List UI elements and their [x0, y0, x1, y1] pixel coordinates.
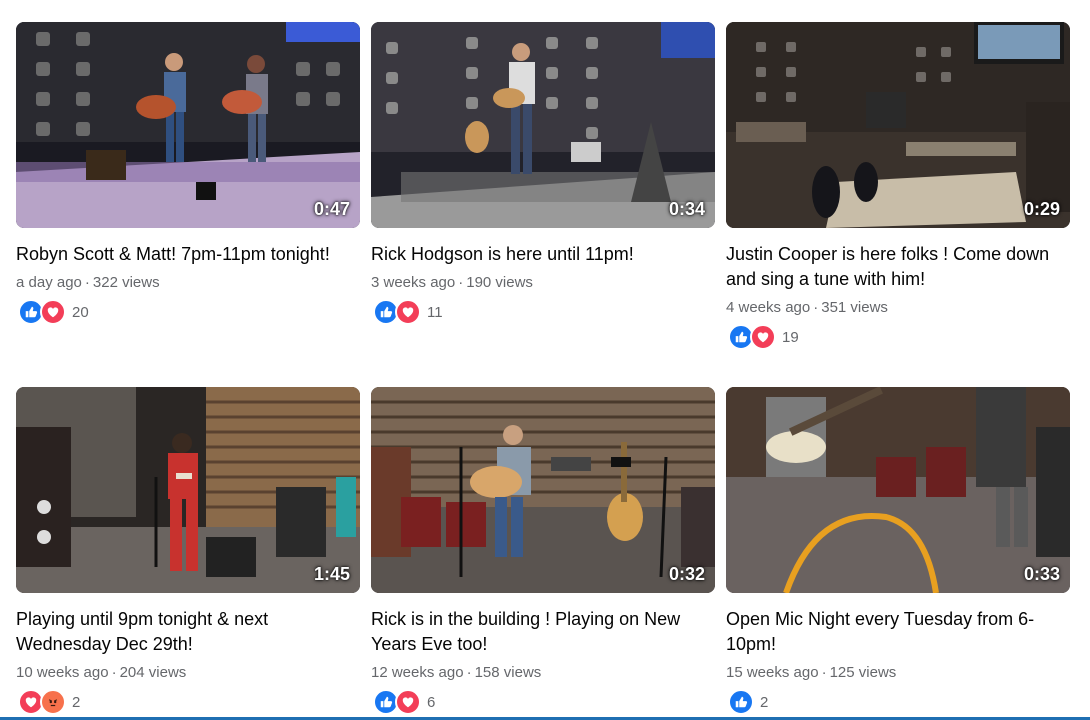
video-age: 12 weeks ago: [371, 664, 464, 681]
video-thumbnail[interactable]: 0:32: [371, 387, 715, 593]
meta-separator: ·: [458, 274, 464, 291]
video-duration: 0:47: [313, 199, 350, 219]
reaction-count: 19: [782, 328, 799, 346]
video-age: a day ago: [16, 274, 82, 291]
thumbnail-image: [16, 387, 360, 593]
love-reaction-icon: [750, 324, 776, 350]
video-title[interactable]: Rick is in the building ! Playing on New…: [371, 607, 715, 657]
video-age: 10 weeks ago: [16, 664, 109, 681]
thumbnail-image: [16, 22, 360, 228]
video-views: 190 views: [466, 274, 533, 291]
video-title[interactable]: Playing until 9pm tonight & next Wednesd…: [16, 607, 360, 657]
video-meta: 12 weeks ago · 158 views: [371, 663, 715, 683]
video-views: 125 views: [829, 664, 897, 681]
love-reaction-icon: [395, 689, 421, 715]
meta-separator: ·: [821, 664, 827, 681]
meta-separator: ·: [111, 664, 117, 681]
meta-separator: ·: [466, 664, 472, 681]
thumbnail-image: [371, 387, 715, 593]
video-title[interactable]: Robyn Scott & Matt! 7pm-11pm tonight!: [16, 242, 360, 267]
love-reaction-icon: [40, 299, 66, 325]
reaction-summary[interactable]: 20: [18, 299, 89, 325]
meta-separator: ·: [813, 299, 819, 316]
video-duration: 0:29: [1023, 199, 1060, 219]
meta-separator: ·: [84, 274, 90, 291]
video-age: 15 weeks ago: [726, 664, 819, 681]
video-views: 158 views: [474, 664, 542, 681]
reaction-summary[interactable]: 11: [373, 299, 443, 325]
video-duration: 1:45: [313, 564, 350, 584]
reaction-summary[interactable]: 6: [373, 689, 436, 715]
video-duration: 0:34: [668, 199, 705, 219]
video-thumbnail[interactable]: 0:33: [726, 387, 1070, 593]
video-title[interactable]: Justin Cooper is here folks ! Come down …: [726, 242, 1070, 292]
video-meta: 3 weeks ago · 190 views: [371, 273, 715, 293]
thumbnail-image: [726, 387, 1070, 593]
reaction-count: 6: [427, 693, 436, 711]
video-age: 4 weeks ago: [726, 299, 811, 316]
video-meta: 10 weeks ago · 204 views: [16, 663, 360, 683]
video-thumbnail[interactable]: 0:47: [16, 22, 360, 228]
video-views: 322 views: [92, 274, 160, 291]
reaction-count: 2: [72, 693, 81, 711]
thumbnail-image: [371, 22, 715, 228]
video-thumbnail[interactable]: 1:45: [16, 387, 360, 593]
video-meta: 4 weeks ago · 351 views: [726, 298, 1070, 318]
video-thumbnail[interactable]: 0:29: [726, 22, 1070, 228]
video-grid: 0:47 Robyn Scott & Matt! 7pm-11pm tonigh…: [0, 0, 1090, 720]
reaction-count: 11: [427, 303, 443, 321]
reaction-count: 20: [72, 303, 89, 321]
video-meta: a day ago · 322 views: [16, 273, 360, 293]
video-duration: 0:32: [668, 564, 705, 584]
thumbnail-image: [726, 22, 1070, 228]
love-reaction-icon: [395, 299, 421, 325]
video-duration: 0:33: [1023, 564, 1060, 584]
angry-reaction-icon: [40, 689, 66, 715]
video-views: 204 views: [119, 664, 187, 681]
video-meta: 15 weeks ago · 125 views: [726, 663, 1070, 683]
video-thumbnail[interactable]: 0:34: [371, 22, 715, 228]
reaction-summary[interactable]: 2: [18, 689, 81, 715]
reaction-summary[interactable]: 2: [728, 689, 769, 715]
video-age: 3 weeks ago: [371, 274, 456, 291]
reaction-summary[interactable]: 19: [728, 324, 799, 350]
like-reaction-icon: [728, 689, 754, 715]
reaction-count: 2: [760, 693, 769, 711]
video-views: 351 views: [821, 299, 888, 316]
video-title[interactable]: Rick Hodgson is here until 11pm!: [371, 242, 715, 267]
video-title[interactable]: Open Mic Night every Tuesday from 6-10pm…: [726, 607, 1070, 657]
